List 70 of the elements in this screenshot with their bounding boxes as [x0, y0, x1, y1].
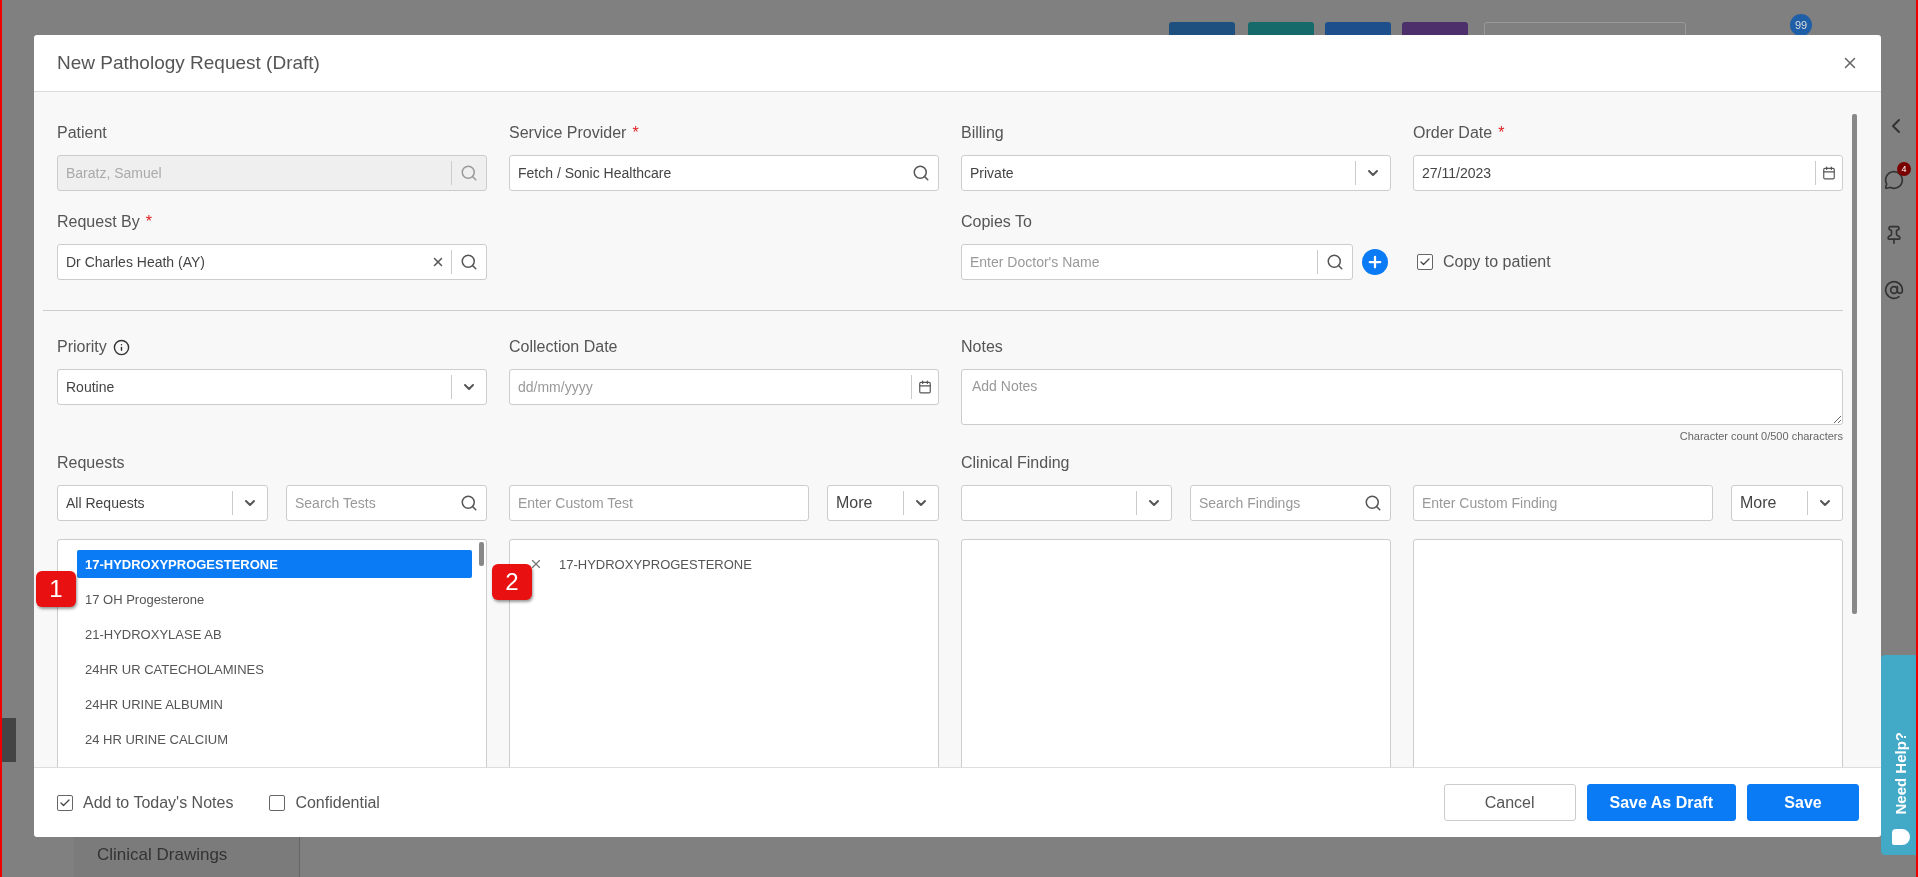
notes-field[interactable]: Add Notes: [961, 369, 1843, 425]
calendar-icon[interactable]: [1822, 166, 1836, 180]
list-item[interactable]: 17-HYDROXYPROGESTERONE: [77, 550, 472, 578]
checkbox[interactable]: [1417, 254, 1433, 270]
checkbox-label: Confidential: [295, 793, 380, 812]
required-mark: *: [632, 123, 639, 143]
custom-finding-field[interactable]: Enter Custom Finding: [1413, 485, 1713, 521]
date-field[interactable]: dd/mm/yyyy: [509, 369, 939, 405]
scrollbar[interactable]: [479, 542, 484, 566]
search-field[interactable]: Search Findings: [1190, 485, 1391, 521]
search-icon[interactable]: [460, 494, 478, 512]
chat-bubble-icon: [1891, 829, 1910, 845]
more-select[interactable]: More: [827, 485, 939, 521]
chat-icon[interactable]: [1884, 170, 1904, 190]
section-label: Clinical Finding: [961, 453, 1070, 473]
filter-select[interactable]: All Requests: [57, 485, 268, 521]
step-badge: 1: [36, 571, 76, 607]
field-label: Service Provider: [509, 123, 627, 143]
selected-test: 17-HYDROXYPROGESTERONE: [559, 556, 752, 572]
billing-select[interactable]: Private: [961, 155, 1391, 191]
list-item[interactable]: 24HR URINE ALBUMIN: [77, 690, 472, 718]
checkbox-label: Add to Today's Notes: [83, 793, 234, 812]
scrollbar[interactable]: [1852, 114, 1857, 614]
notification-badge: 99: [1790, 14, 1812, 36]
calendar-icon[interactable]: [918, 380, 932, 394]
footer-button[interactable]: Save: [1747, 784, 1859, 821]
character-count: Character count 0/500 characters: [1679, 430, 1843, 442]
date-field[interactable]: 27/11/2023: [1413, 155, 1843, 191]
field-label: Priority: [57, 337, 107, 357]
search-icon[interactable]: [1364, 494, 1382, 512]
dialog-title: New Pathology Request (Draft): [57, 52, 320, 74]
list-item[interactable]: 17 OH Progesterone: [77, 585, 472, 613]
clear-icon[interactable]: [431, 255, 445, 269]
footer-button[interactable]: Save As Draft: [1586, 784, 1736, 821]
field-label: Collection Date: [509, 337, 618, 357]
footer-button[interactable]: Cancel: [1443, 784, 1576, 821]
list-item[interactable]: 21-HYDROXYLASE AB: [77, 620, 472, 648]
field-label: Copies To: [961, 212, 1032, 232]
copies-to-field[interactable]: Enter Doctor's Name: [961, 244, 1353, 280]
checkbox-label: Copy to patient: [1443, 253, 1551, 271]
remove-icon[interactable]: [529, 557, 543, 571]
checkmark-icon: [1419, 256, 1431, 268]
field-label: Request By: [57, 212, 140, 232]
add-button[interactable]: [1362, 249, 1388, 275]
checkbox[interactable]: [269, 794, 286, 811]
search-icon[interactable]: [460, 253, 478, 271]
search-icon[interactable]: [912, 164, 930, 182]
priority-select[interactable]: Routine: [57, 369, 487, 405]
service-provider-field[interactable]: Fetch / Sonic Healthcare: [509, 155, 939, 191]
request-by-field[interactable]: Dr Charles Heath (AY): [57, 244, 487, 280]
at-sign-icon[interactable]: [1884, 280, 1904, 300]
required-mark: *: [1498, 123, 1505, 143]
plus-icon: [1366, 253, 1384, 271]
more-select[interactable]: More: [1731, 485, 1843, 521]
step-badge: 2: [492, 564, 532, 600]
list-item[interactable]: 24 HR URINE CALCIUM: [77, 725, 472, 753]
section-label: Requests: [57, 453, 125, 473]
list-item[interactable]: 24HR UR CATECHOLAMINES: [77, 655, 472, 683]
info-icon[interactable]: [112, 338, 130, 356]
field-label: Billing: [961, 123, 1004, 143]
custom-test-field[interactable]: Enter Custom Test: [509, 485, 809, 521]
checkbox[interactable]: [57, 794, 73, 811]
pin-icon[interactable]: [1884, 225, 1904, 245]
required-mark: *: [145, 212, 152, 232]
field-label: Order Date: [1413, 123, 1493, 143]
search-field[interactable]: Search Tests: [286, 485, 487, 521]
field-label: Notes: [961, 337, 1003, 357]
field-label: Patient: [57, 123, 107, 143]
search-icon[interactable]: [1326, 253, 1344, 271]
chat-badge: 4: [1897, 162, 1911, 176]
